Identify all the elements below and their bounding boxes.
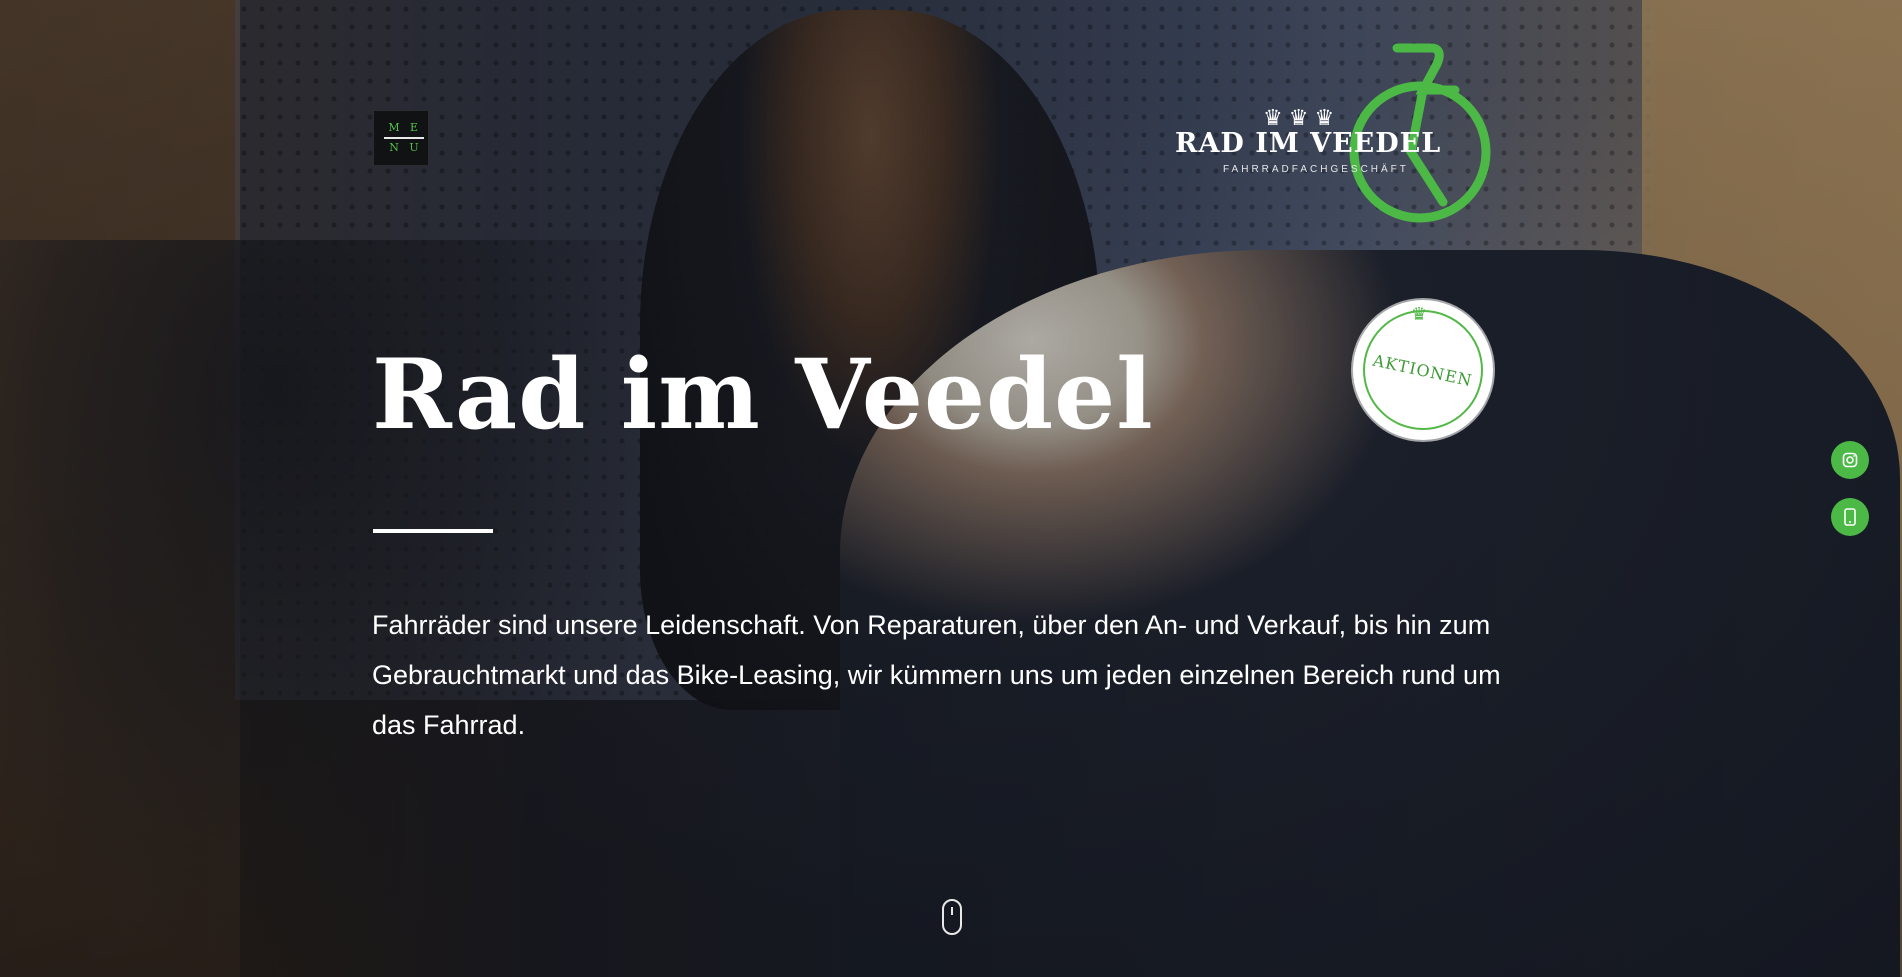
intro-text: Fahrräder sind unsere Leidenschaft. Von …: [372, 610, 1501, 740]
menu-letter-e: E: [409, 121, 419, 134]
crown-icon: ♛: [1411, 304, 1428, 325]
instagram-button[interactable]: [1831, 441, 1869, 479]
page-title: Rad im Veedel: [372, 338, 1154, 451]
phone-button[interactable]: [1831, 498, 1869, 536]
mouse-scroll-icon[interactable]: [942, 899, 962, 935]
menu-letter-m: M: [388, 121, 400, 134]
site-logo[interactable]: ♛♛♛ RAD IM VEEDEL FAHRRADFACHGESCHÄFT: [1175, 40, 1535, 240]
scroll-wheel-dot: [951, 907, 953, 915]
menu-button[interactable]: M E N U: [373, 110, 429, 166]
title-underline-divider: [373, 529, 493, 533]
aktionen-badge-button[interactable]: ♛ AKTIONEN: [1353, 300, 1493, 440]
menu-letter-n: N: [389, 141, 399, 154]
phone-icon: [1844, 508, 1856, 526]
hero-section: M E N U ♛♛♛ RAD IM VEEDEL FAHRRADFACHGES…: [0, 0, 1902, 977]
logo-subtitle: FAHRRADFACHGESCHÄFT: [1223, 164, 1409, 175]
menu-letter-u: U: [409, 141, 419, 154]
instagram-icon: [1842, 452, 1858, 468]
menu-divider: [384, 137, 424, 139]
logo-wordmark: RAD IM VEEDEL: [1175, 128, 1442, 159]
background-overlay: [0, 0, 1902, 977]
